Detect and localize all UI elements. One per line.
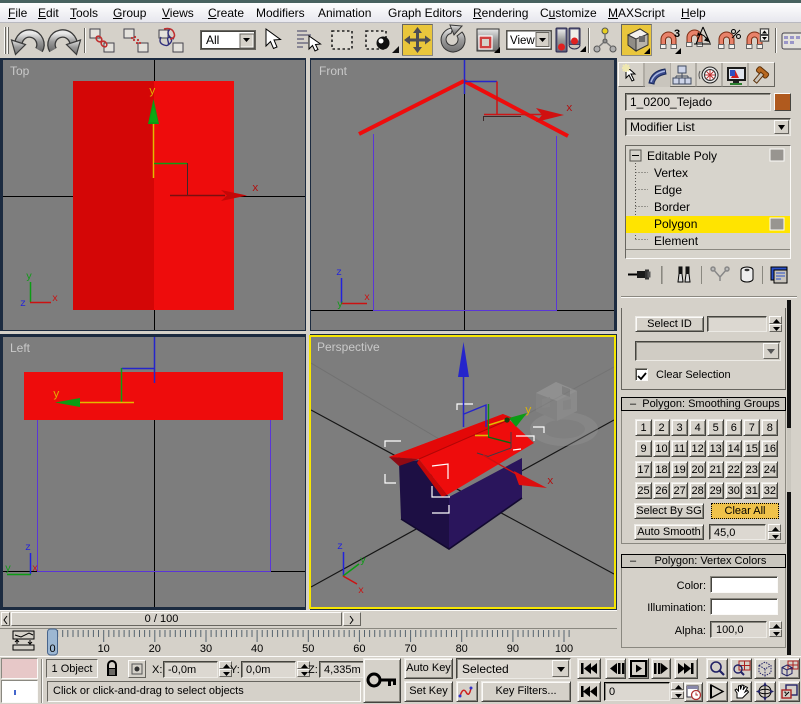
svg-text:x: x xyxy=(566,103,573,115)
svg-text:60: 60 xyxy=(353,643,365,655)
svg-text:80: 80 xyxy=(456,643,468,655)
svg-text:y: y xyxy=(525,405,532,417)
svg-text:x: x xyxy=(32,564,38,575)
svg-text:40: 40 xyxy=(251,643,263,655)
svg-text:10: 10 xyxy=(98,643,110,655)
svg-text:100: 100 xyxy=(555,643,573,655)
svg-text:z: z xyxy=(336,268,342,279)
svg-text:x: x xyxy=(252,183,259,195)
svg-text:z: z xyxy=(20,299,26,310)
svg-text:x: x xyxy=(547,476,554,488)
svg-text:View: View xyxy=(510,35,535,47)
svg-text:0: 0 xyxy=(49,643,55,655)
svg-text:Perspective: Perspective xyxy=(317,340,380,354)
svg-text:y: y xyxy=(337,300,343,311)
svg-text:y: y xyxy=(26,272,32,283)
svg-text:Polygon: Polygon xyxy=(654,217,697,231)
svg-text:70: 70 xyxy=(404,643,416,655)
svg-text:Editable Poly: Editable Poly xyxy=(647,149,717,163)
svg-text:y: y xyxy=(53,389,60,401)
svg-text:Front: Front xyxy=(319,64,348,78)
svg-text:3: 3 xyxy=(674,28,680,40)
svg-text:20: 20 xyxy=(149,643,161,655)
svg-text:Edge: Edge xyxy=(654,183,682,197)
svg-text:50: 50 xyxy=(302,643,314,655)
svg-text:x: x xyxy=(364,293,370,304)
svg-text:Left: Left xyxy=(10,341,31,355)
svg-text:x: x xyxy=(52,294,58,305)
svg-text:All: All xyxy=(206,33,219,47)
svg-text:z: z xyxy=(25,543,31,554)
svg-text:y: y xyxy=(149,86,156,98)
svg-text:y: y xyxy=(360,556,366,567)
svg-text:y: y xyxy=(5,564,11,575)
svg-text:x: x xyxy=(358,586,364,597)
svg-text:Border: Border xyxy=(654,200,690,214)
svg-text:Element: Element xyxy=(654,234,699,248)
svg-text:Top: Top xyxy=(10,64,30,78)
svg-text:z: z xyxy=(337,542,343,553)
svg-text:Vertex: Vertex xyxy=(654,166,688,180)
svg-text:30: 30 xyxy=(200,643,212,655)
svg-text:90: 90 xyxy=(507,643,519,655)
